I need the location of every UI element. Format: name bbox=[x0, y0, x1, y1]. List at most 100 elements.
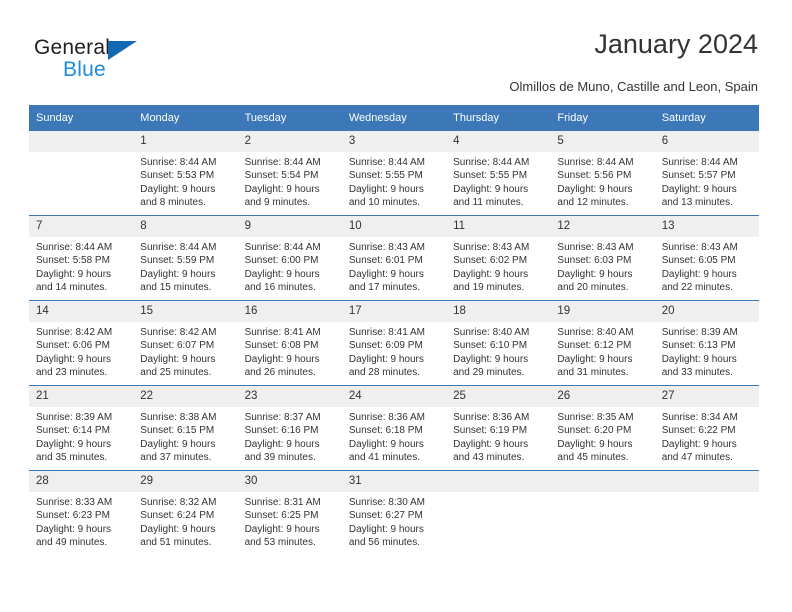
sunset-time: Sunset: 6:02 PM bbox=[453, 255, 528, 267]
sunset-time: Sunset: 5:55 PM bbox=[348, 170, 423, 182]
sunrise-time: Sunrise: 8:44 AM bbox=[348, 157, 425, 168]
sunset-time: Sunset: 6:10 PM bbox=[453, 340, 528, 352]
sunset-time: Sunset: 6:16 PM bbox=[244, 425, 319, 437]
sunset-time: Sunset: 5:54 PM bbox=[244, 170, 319, 182]
calendar-day-cell[interactable]: 18 Sunrise: 8:40 AM Sunset: 6:10 PM Dayligh… bbox=[446, 300, 551, 386]
daylight-duration-line1: Daylight: 9 hours bbox=[453, 353, 529, 365]
calendar-day-cell[interactable]: 7 Sunrise: 8:44 AM Sunset: 5:58 PM Daylight… bbox=[29, 215, 134, 301]
daylight-duration-line1: Daylight: 9 hours bbox=[348, 183, 424, 195]
sunset-time: Sunset: 6:24 PM bbox=[140, 510, 215, 522]
day-number: 12 bbox=[550, 216, 655, 237]
daylight-duration-line2: and 26 minutes. bbox=[244, 366, 316, 378]
day-details: Sunrise: 8:44 AM Sunset: 5:57 PM Daylight:… bbox=[655, 152, 759, 209]
sunrise-time: Sunrise: 8:44 AM bbox=[36, 242, 113, 253]
sunset-time: Sunset: 6:05 PM bbox=[661, 255, 736, 267]
sunrise-time: Sunrise: 8:43 AM bbox=[348, 242, 425, 253]
calendar-day-cell[interactable]: 16 Sunrise: 8:41 AM Sunset: 6:08 PM Dayligh… bbox=[237, 300, 342, 386]
daylight-duration-line2: and 10 minutes. bbox=[348, 196, 421, 208]
page-subtitle: Olmillos de Muno, Castille and Leon, Spa… bbox=[509, 79, 758, 94]
daylight-duration-line2: and 35 minutes. bbox=[36, 451, 108, 463]
day-number: 8 bbox=[133, 216, 238, 237]
sunrise-time: Sunrise: 8:33 AM bbox=[36, 497, 113, 508]
calendar-day-cell[interactable]: 8 Sunrise: 8:44 AM Sunset: 5:59 PM Daylight… bbox=[133, 215, 238, 301]
day-number: 4 bbox=[446, 131, 551, 152]
calendar-day-cell-empty bbox=[29, 131, 134, 216]
day-details: Sunrise: 8:44 AM Sunset: 5:53 PM Daylight:… bbox=[133, 152, 237, 209]
day-number: 18 bbox=[446, 301, 551, 322]
calendar-day-cell[interactable]: 11 Sunrise: 8:43 AM Sunset: 6:02 PM Dayligh… bbox=[446, 215, 551, 301]
calendar-day-cell[interactable]: 1 Sunrise: 8:44 AM Sunset: 5:53 PM Daylight… bbox=[133, 131, 238, 216]
sunset-time: Sunset: 6:06 PM bbox=[36, 340, 110, 352]
calendar-day-cell[interactable]: 13 Sunrise: 8:43 AM Sunset: 6:05 PM Dayligh… bbox=[654, 215, 759, 301]
sunset-time: Sunset: 6:00 PM bbox=[244, 255, 319, 267]
sunset-time: Sunset: 6:15 PM bbox=[140, 425, 215, 437]
calendar-day-cell[interactable]: 12 Sunrise: 8:43 AM Sunset: 6:03 PM Dayligh… bbox=[550, 215, 655, 301]
day-number: 28 bbox=[29, 471, 134, 492]
daylight-duration-line2: and 43 minutes. bbox=[453, 451, 525, 463]
day-details: Sunrise: 8:39 AM Sunset: 6:14 PM Daylight:… bbox=[29, 407, 133, 464]
calendar-day-cell[interactable]: 25 Sunrise: 8:36 AM Sunset: 6:19 PM Dayligh… bbox=[446, 385, 551, 471]
calendar-day-cell[interactable]: 24 Sunrise: 8:36 AM Sunset: 6:18 PM Dayligh… bbox=[341, 385, 447, 471]
daylight-duration-line1: Daylight: 9 hours bbox=[661, 183, 737, 195]
daylight-duration-line2: and 47 minutes. bbox=[661, 451, 733, 463]
sunrise-time: Sunrise: 8:30 AM bbox=[348, 497, 425, 508]
sunrise-time: Sunrise: 8:37 AM bbox=[244, 412, 321, 423]
sunrise-time: Sunrise: 8:36 AM bbox=[348, 412, 425, 423]
calendar-day-cell[interactable]: 19 Sunrise: 8:40 AM Sunset: 6:12 PM Dayligh… bbox=[550, 300, 655, 386]
day-details: Sunrise: 8:41 AM Sunset: 6:09 PM Daylight:… bbox=[342, 322, 446, 379]
calendar-day-cell[interactable]: 4 Sunrise: 8:44 AM Sunset: 5:55 PM Daylight… bbox=[446, 131, 551, 216]
daylight-duration-line1: Daylight: 9 hours bbox=[557, 438, 633, 450]
daylight-duration-line2: and 39 minutes. bbox=[244, 451, 316, 463]
logo-triangle-icon bbox=[108, 41, 137, 60]
calendar-week-row: 1 Sunrise: 8:44 AM Sunset: 5:53 PM Daylight… bbox=[29, 131, 759, 216]
daylight-duration-line1: Daylight: 9 hours bbox=[140, 183, 216, 195]
calendar-day-cell[interactable]: 27 Sunrise: 8:34 AM Sunset: 6:22 PM Dayligh… bbox=[654, 385, 759, 471]
day-number: 7 bbox=[29, 216, 134, 237]
daylight-duration-line1: Daylight: 9 hours bbox=[244, 183, 320, 195]
calendar-day-cell[interactable]: 3 Sunrise: 8:44 AM Sunset: 5:55 PM Daylight… bbox=[341, 131, 447, 216]
weekday-header-sunday: Sunday bbox=[29, 105, 134, 131]
daylight-duration-line1: Daylight: 9 hours bbox=[140, 438, 216, 450]
sunrise-time: Sunrise: 8:42 AM bbox=[36, 327, 113, 338]
day-details: Sunrise: 8:43 AM Sunset: 6:03 PM Daylight:… bbox=[550, 237, 654, 294]
day-number: 20 bbox=[654, 301, 759, 322]
day-details bbox=[446, 492, 550, 496]
sunset-time: Sunset: 5:53 PM bbox=[140, 170, 215, 182]
day-number: 22 bbox=[133, 386, 238, 407]
day-number bbox=[29, 131, 134, 152]
calendar-day-cell[interactable]: 31 Sunrise: 8:30 AM Sunset: 6:27 PM Dayligh… bbox=[341, 470, 447, 555]
daylight-duration-line1: Daylight: 9 hours bbox=[453, 438, 529, 450]
daylight-duration-line2: and 17 minutes. bbox=[348, 281, 421, 293]
calendar-day-cell[interactable]: 21 Sunrise: 8:39 AM Sunset: 6:14 PM Dayligh… bbox=[29, 385, 134, 471]
sunset-time: Sunset: 5:57 PM bbox=[661, 170, 736, 182]
calendar-day-cell[interactable]: 5 Sunrise: 8:44 AM Sunset: 5:56 PM Daylight… bbox=[550, 131, 655, 216]
page-header: General Blue January 2024 Olmillos de Mu… bbox=[0, 0, 792, 103]
calendar-day-cell[interactable]: 14 Sunrise: 8:42 AM Sunset: 6:06 PM Dayligh… bbox=[29, 300, 134, 386]
daylight-duration-line2: and 56 minutes. bbox=[348, 536, 421, 548]
calendar-day-cell[interactable]: 20 Sunrise: 8:39 AM Sunset: 6:13 PM Dayligh… bbox=[654, 300, 759, 386]
calendar-day-cell[interactable]: 6 Sunrise: 8:44 AM Sunset: 5:57 PM Daylight… bbox=[654, 131, 759, 216]
calendar-day-cell[interactable]: 26 Sunrise: 8:35 AM Sunset: 6:20 PM Dayligh… bbox=[550, 385, 655, 471]
calendar-day-cell[interactable]: 17 Sunrise: 8:41 AM Sunset: 6:09 PM Dayligh… bbox=[341, 300, 447, 386]
calendar-day-cell[interactable]: 2 Sunrise: 8:44 AM Sunset: 5:54 PM Daylight… bbox=[237, 131, 342, 216]
day-number: 31 bbox=[341, 471, 447, 492]
calendar-day-cell[interactable]: 28 Sunrise: 8:33 AM Sunset: 6:23 PM Dayligh… bbox=[29, 470, 134, 555]
daylight-duration-line2: and 19 minutes. bbox=[453, 281, 525, 293]
calendar-day-cell[interactable]: 9 Sunrise: 8:44 AM Sunset: 6:00 PM Daylight… bbox=[237, 215, 342, 301]
logo-text-blue: Blue bbox=[63, 58, 106, 81]
calendar-day-cell[interactable]: 29 Sunrise: 8:32 AM Sunset: 6:24 PM Dayligh… bbox=[133, 470, 238, 555]
calendar-day-cell[interactable]: 23 Sunrise: 8:37 AM Sunset: 6:16 PM Dayligh… bbox=[237, 385, 342, 471]
calendar-day-cell[interactable]: 15 Sunrise: 8:42 AM Sunset: 6:07 PM Dayligh… bbox=[133, 300, 238, 386]
day-number: 26 bbox=[550, 386, 655, 407]
day-number: 3 bbox=[341, 131, 447, 152]
daylight-duration-line1: Daylight: 9 hours bbox=[36, 438, 112, 450]
calendar-day-cell[interactable]: 22 Sunrise: 8:38 AM Sunset: 6:15 PM Dayligh… bbox=[133, 385, 238, 471]
sunset-time: Sunset: 6:23 PM bbox=[36, 510, 110, 522]
calendar-day-cell[interactable]: 30 Sunrise: 8:31 AM Sunset: 6:25 PM Dayligh… bbox=[237, 470, 342, 555]
sunset-time: Sunset: 6:03 PM bbox=[557, 255, 632, 267]
calendar-day-cell[interactable]: 10 Sunrise: 8:43 AM Sunset: 6:01 PM Dayligh… bbox=[341, 215, 447, 301]
weekday-header-friday: Friday bbox=[550, 105, 655, 131]
daylight-duration-line2: and 9 minutes. bbox=[244, 196, 311, 208]
sunrise-time: Sunrise: 8:36 AM bbox=[453, 412, 530, 423]
general-blue-logo[interactable]: General Blue bbox=[34, 36, 164, 82]
